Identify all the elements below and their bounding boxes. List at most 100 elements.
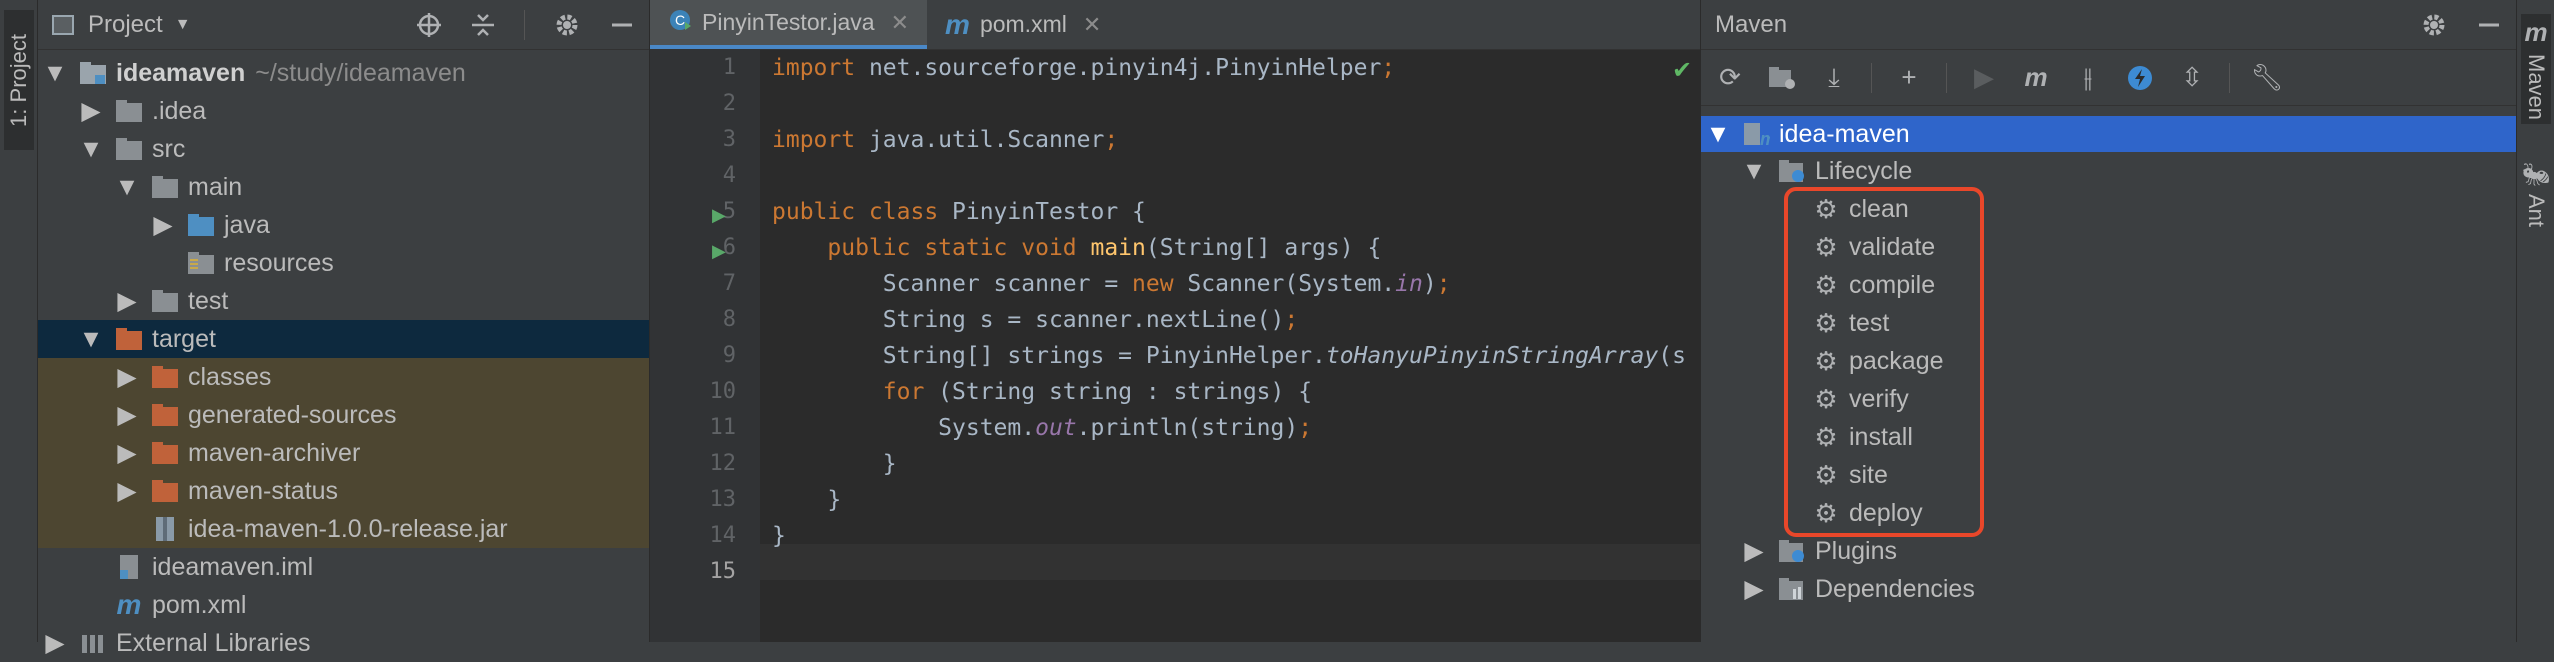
tree-row-src[interactable]: ▼ src bbox=[38, 130, 649, 168]
expand-arrow-icon[interactable]: ▶ bbox=[42, 628, 68, 658]
expand-arrow-icon[interactable]: ▶ bbox=[114, 362, 140, 392]
execute-goal-icon[interactable]: m bbox=[2021, 62, 2051, 93]
hide-panel-icon[interactable] bbox=[2476, 12, 2502, 38]
expand-arrow-icon[interactable]: ▼ bbox=[42, 59, 68, 88]
tree-row-main[interactable]: ▼ main bbox=[38, 168, 649, 206]
code-token: ) bbox=[1422, 271, 1437, 297]
code-editor: C PinyinTestor.java ✕ m pom.xml ✕ ✔ 1 2 … bbox=[650, 0, 1700, 642]
project-tool-tab[interactable]: 1: Project bbox=[4, 10, 34, 150]
gear-icon[interactable] bbox=[553, 11, 581, 39]
code-line[interactable]: String[] strings = PinyinHelper.toHanyuP… bbox=[772, 338, 1686, 374]
tree-row-maven-status[interactable]: ▶ maven-status bbox=[38, 472, 649, 510]
code-line[interactable]: public class PinyinTestor { bbox=[772, 194, 1146, 230]
generate-sources-icon[interactable] bbox=[1767, 63, 1797, 93]
maven-panel-title: Maven bbox=[1715, 10, 1788, 38]
expand-arrow-icon[interactable]: ▼ bbox=[1741, 157, 1767, 186]
tree-row-maven-archiver[interactable]: ▶ maven-archiver bbox=[38, 434, 649, 472]
run-icon[interactable]: ▶ bbox=[1969, 62, 1999, 93]
line-number: 3 bbox=[722, 127, 736, 152]
expand-arrow-icon[interactable]: ▼ bbox=[114, 173, 140, 202]
maven-plugins-node[interactable]: ▶ Plugins bbox=[1701, 532, 2516, 570]
code-line[interactable]: System.out.println(string); bbox=[772, 410, 1312, 446]
code-token: String[] strings = PinyinHelper. bbox=[772, 343, 1326, 369]
expand-arrow-icon[interactable]: ▶ bbox=[114, 286, 140, 316]
expand-arrow-icon[interactable]: ▶ bbox=[78, 96, 104, 126]
jar-file-icon bbox=[150, 516, 180, 542]
close-icon[interactable]: ✕ bbox=[1083, 12, 1101, 38]
wrench-icon[interactable]: 🔧︎ bbox=[2251, 62, 2284, 93]
project-panel: Project ▼ ▼ ideamaven ~/study/ideamaven … bbox=[38, 0, 650, 657]
ant-tool-tab[interactable]: 🐜︎ Ant bbox=[2521, 155, 2551, 235]
expand-arrow-icon[interactable]: ▶ bbox=[114, 438, 140, 468]
tree-label: idea-maven-1.0.0-release.jar bbox=[188, 514, 508, 543]
tree-row-target[interactable]: ▼ target bbox=[38, 320, 649, 358]
code-line[interactable]: } bbox=[772, 446, 897, 482]
code-line[interactable]: } bbox=[772, 482, 841, 518]
line-number: 8 bbox=[722, 307, 736, 332]
right-tool-stripe: m Maven 🐜︎ Ant bbox=[2516, 0, 2554, 642]
maven-lifecycle-node[interactable]: ▼ Lifecycle bbox=[1701, 152, 2516, 190]
code-line[interactable]: import net.sourceforge.pinyin4j.PinyinHe… bbox=[772, 50, 1395, 86]
tree-row-test[interactable]: ▶ test bbox=[38, 282, 649, 320]
maven-tool-tab[interactable]: m Maven bbox=[2521, 14, 2551, 124]
add-icon[interactable]: + bbox=[1894, 62, 1924, 93]
tree-row-java[interactable]: ▶ java bbox=[38, 206, 649, 244]
chevron-down-icon[interactable]: ▼ bbox=[175, 16, 191, 34]
line-number: 2 bbox=[722, 91, 736, 116]
tree-row-classes[interactable]: ▶ classes bbox=[38, 358, 649, 396]
line-number: 13 bbox=[709, 487, 737, 512]
toggle-offline-icon[interactable]: ⫲ bbox=[2073, 62, 2103, 93]
code-line[interactable]: String s = scanner.nextLine(); bbox=[772, 302, 1298, 338]
collapse-all-icon[interactable]: ⇳ bbox=[2177, 62, 2207, 93]
expand-arrow-icon[interactable]: ▼ bbox=[78, 325, 104, 354]
tree-label: .idea bbox=[152, 96, 207, 125]
expand-arrow-icon[interactable]: ▶ bbox=[114, 476, 140, 506]
code-token: (String[] args) { bbox=[1145, 235, 1382, 261]
download-icon[interactable]: ⤓ bbox=[1819, 62, 1849, 93]
code-line[interactable]: } bbox=[772, 518, 786, 554]
expand-arrow-icon[interactable]: ▶ bbox=[1741, 574, 1767, 604]
tree-row-ideamaven[interactable]: ▼ ideamaven ~/study/ideamaven bbox=[38, 54, 649, 92]
toolbar-separator bbox=[1871, 62, 1872, 93]
reload-icon[interactable]: ⟳ bbox=[1715, 62, 1745, 93]
tree-label: External Libraries bbox=[116, 628, 311, 657]
tree-row-external-libraries[interactable]: ▶ External Libraries bbox=[38, 624, 649, 662]
project-view-selector[interactable]: Project bbox=[88, 11, 163, 39]
expand-arrow-icon[interactable]: ▼ bbox=[78, 135, 104, 164]
expand-arrow-icon[interactable]: ▼ bbox=[1705, 120, 1731, 149]
tab-pinyintestor-java[interactable]: C PinyinTestor.java ✕ bbox=[650, 0, 928, 49]
expand-arrow-icon[interactable]: ▶ bbox=[1741, 536, 1767, 566]
run-main-icon[interactable]: ▶ bbox=[712, 241, 726, 262]
skip-tests-icon[interactable] bbox=[2125, 63, 2155, 93]
tree-row-jar[interactable]: idea-maven-1.0.0-release.jar bbox=[38, 510, 649, 548]
locate-icon[interactable] bbox=[416, 12, 442, 38]
line-number: 14 bbox=[709, 523, 737, 548]
tab-label: pom.xml bbox=[979, 11, 1067, 37]
code-line[interactable]: for (String string : strings) { bbox=[772, 374, 1312, 410]
tree-row-resources[interactable]: resources bbox=[38, 244, 649, 282]
maven-dependencies-node[interactable]: ▶ Dependencies bbox=[1701, 570, 2516, 608]
tree-row-iml[interactable]: ideamaven.iml bbox=[38, 548, 649, 586]
tree-row-pom[interactable]: m pom.xml bbox=[38, 586, 649, 624]
tab-pom-xml[interactable]: m pom.xml ✕ bbox=[927, 0, 1119, 49]
line-number: 15 bbox=[709, 559, 737, 584]
code-token: for bbox=[772, 379, 925, 405]
run-class-icon[interactable]: ▶ bbox=[712, 205, 726, 226]
code-line[interactable]: Scanner scanner = new Scanner(System.in)… bbox=[772, 266, 1451, 302]
current-line-highlight bbox=[760, 544, 1700, 580]
tree-label: main bbox=[188, 172, 243, 201]
close-icon[interactable]: ✕ bbox=[891, 10, 909, 36]
code-token: PinyinTestor { bbox=[938, 199, 1146, 225]
project-view-icon bbox=[52, 14, 74, 35]
expand-arrow-icon[interactable]: ▶ bbox=[114, 400, 140, 430]
hide-panel-icon[interactable] bbox=[609, 12, 635, 38]
svg-text:m: m bbox=[1760, 129, 1770, 147]
gear-icon[interactable] bbox=[2420, 11, 2448, 39]
code-line[interactable]: public static void main(String[] args) { bbox=[772, 230, 1381, 266]
expand-arrow-icon[interactable]: ▶ bbox=[150, 210, 176, 240]
collapse-all-icon[interactable] bbox=[470, 12, 496, 38]
tree-row-generated-sources[interactable]: ▶ generated-sources bbox=[38, 396, 649, 434]
tree-row-idea[interactable]: ▶ .idea bbox=[38, 92, 649, 130]
code-line[interactable]: import java.util.Scanner; bbox=[772, 122, 1118, 158]
maven-project-idea-maven[interactable]: ▼ m idea-maven bbox=[1701, 116, 2516, 152]
